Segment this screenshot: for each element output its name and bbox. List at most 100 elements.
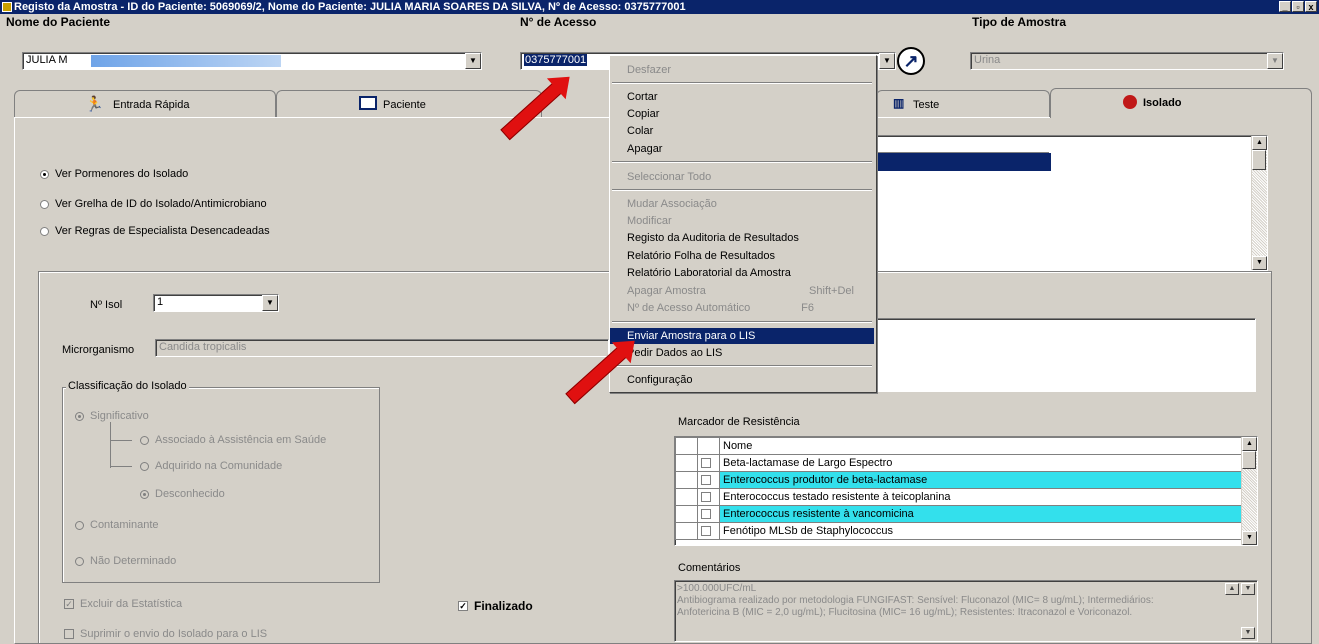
organism-field[interactable]: Candida tropicalis — [155, 339, 609, 357]
resistance-checkbox[interactable] — [701, 458, 711, 469]
test-tubes-icon: ▥ — [893, 96, 905, 110]
undetermined-label: Não Determinado — [90, 555, 177, 568]
unknown-radio[interactable] — [140, 489, 149, 499]
resistance-table[interactable]: Nome Beta-lactamase de Largo Espectro En… — [674, 436, 1258, 546]
menu-delete-sample[interactable]: Apagar Amostra Shift+Del — [610, 283, 874, 299]
comments-textbox[interactable]: >100.000UFC/mL Antibiograma realizado po… — [674, 580, 1258, 642]
scroll-up-button[interactable]: ▲ — [1252, 136, 1267, 150]
tab-quick-entry[interactable]: 🏃 Entrada Rápida — [14, 90, 276, 118]
menu-lab-report[interactable]: Relatório Laboratorial da Amostra — [610, 265, 874, 281]
unknown-option[interactable]: Desconhecido — [140, 488, 225, 500]
menu-delete[interactable]: Apagar — [610, 141, 874, 157]
minimize-button[interactable]: _ — [1279, 1, 1291, 12]
suppress-lis-label: Suprimir o envio do Isolado para o LIS — [80, 628, 268, 641]
significant-label: Significativo — [90, 410, 149, 423]
tab-quick-entry-label: Entrada Rápida — [113, 99, 190, 111]
menu-configuration[interactable]: Configuração — [610, 372, 874, 388]
organism-value: Candida tropicalis — [159, 341, 247, 353]
resistance-row[interactable]: Enterococcus testado resistente à teicop… — [675, 488, 1243, 506]
isolate-list-selected-row[interactable] — [859, 153, 1051, 171]
tab-test[interactable]: ▥ Teste — [876, 90, 1050, 118]
sample-type-combo[interactable]: Urina ▼ — [970, 52, 1284, 70]
patient-name-combo[interactable]: JULIA M ▼ — [22, 52, 482, 70]
menu-change-association[interactable]: Mudar Associação — [610, 196, 874, 212]
menu-delete-sample-shortcut: Shift+Del — [809, 285, 854, 297]
resistance-checkbox[interactable] — [701, 475, 711, 486]
accession-dropdown-button[interactable]: ▼ — [879, 53, 895, 69]
tab-isolate[interactable]: Isolado — [1050, 88, 1312, 118]
resistance-scrollbar[interactable]: ▲ ▼ — [1241, 437, 1257, 545]
view-grid-option[interactable]: Ver Grelha de ID do Isolado/Antimicrobia… — [40, 198, 267, 210]
window-titlebar[interactable]: Registo da Amostra - ID do Paciente: 506… — [0, 0, 1319, 14]
scroll-down-button[interactable]: ▼ — [1242, 531, 1257, 545]
menu-cut[interactable]: Cortar — [610, 89, 874, 105]
scroll-thumb[interactable] — [1242, 451, 1256, 469]
significant-option[interactable]: Significativo — [75, 410, 149, 422]
menu-auto-accession[interactable]: Nº de Acesso Automático F6 — [610, 300, 874, 316]
close-button[interactable]: x — [1305, 1, 1317, 12]
sample-type-dropdown-button[interactable]: ▼ — [1267, 53, 1283, 69]
isolate-list[interactable]: ▲ ▼ — [858, 135, 1268, 271]
healthcare-radio[interactable] — [140, 435, 149, 445]
tab-patient[interactable]: Paciente — [276, 90, 542, 118]
resistance-checkbox[interactable] — [701, 509, 711, 520]
menu-undo[interactable]: Desfazer — [610, 62, 874, 78]
menu-copy[interactable]: Copiar — [610, 106, 874, 122]
menu-select-all[interactable]: Seleccionar Todo — [610, 169, 874, 185]
patient-name-dropdown-button[interactable]: ▼ — [465, 53, 481, 69]
finalized-checkbox[interactable]: ✓ — [458, 600, 468, 611]
menu-audit-log[interactable]: Registo da Auditoria de Resultados — [610, 230, 874, 246]
accession-value[interactable]: 0375777001 — [524, 54, 588, 66]
tab-test-label: Teste — [913, 99, 940, 111]
isolate-num-dropdown-button[interactable]: ▼ — [262, 295, 278, 311]
resistance-header-name: Nome — [719, 437, 1243, 455]
isolate-num-combo[interactable]: 1 ▼ — [153, 294, 279, 312]
resistance-checkbox[interactable] — [701, 492, 711, 503]
community-option[interactable]: Adquirido na Comunidade — [140, 460, 282, 472]
community-radio[interactable] — [140, 461, 149, 471]
notes-textbox[interactable] — [876, 318, 1256, 392]
scroll-down-button[interactable]: ▼ — [1252, 256, 1267, 270]
finalized-option[interactable]: ✓ Finalizado — [458, 598, 533, 613]
comments-scroll-up-button[interactable]: ▼ — [1241, 583, 1255, 595]
tree-line — [110, 422, 112, 468]
scroll-up-button[interactable]: ▲ — [1242, 437, 1257, 451]
isolate-list-scrollbar[interactable]: ▲ ▼ — [1251, 136, 1267, 270]
view-rules-option[interactable]: Ver Regras de Especialista Desencadeadas — [40, 225, 270, 237]
view-details-radio[interactable] — [40, 169, 49, 179]
comments-scroll-left-button[interactable]: ▲ — [1225, 583, 1239, 595]
resistance-row[interactable]: Enterococcus produtor de beta-lactamase — [675, 471, 1243, 489]
view-grid-radio[interactable] — [40, 199, 49, 209]
view-rules-radio[interactable] — [40, 226, 49, 236]
menu-send-to-lis[interactable]: Enviar Amostra para o LIS — [610, 328, 874, 344]
resistance-header-row: Nome — [675, 437, 1243, 455]
resistance-row[interactable]: Beta-lactamase de Largo Espectro — [675, 454, 1243, 472]
comments-line: Anfotericina B (MIC = 2,0 ug/mL); Flucit… — [677, 607, 1133, 618]
contaminant-option[interactable]: Contaminante — [75, 519, 159, 531]
undetermined-radio[interactable] — [75, 556, 84, 566]
resistance-row[interactable]: Fenótipo MLSb de Staphylococcus — [675, 522, 1243, 540]
scroll-thumb[interactable] — [1252, 150, 1266, 170]
isolate-globe-icon — [1123, 95, 1137, 109]
exclude-stats-checkbox[interactable]: ✓ — [64, 599, 74, 610]
menu-auto-accession-shortcut: F6 — [801, 302, 814, 314]
maximize-button[interactable]: ▫ — [1292, 1, 1304, 12]
menu-paste[interactable]: Colar — [610, 123, 874, 139]
significant-radio[interactable] — [75, 411, 84, 421]
healthcare-option[interactable]: Associado à Assistência em Saúde — [140, 434, 326, 446]
undetermined-option[interactable]: Não Determinado — [75, 555, 176, 567]
view-details-option[interactable]: Ver Pormenores do Isolado — [40, 168, 188, 180]
resistance-checkbox[interactable] — [701, 526, 711, 537]
menu-result-sheet[interactable]: Relatório Folha de Resultados — [610, 248, 874, 264]
comments-scroll-down-button[interactable]: ▼ — [1241, 627, 1255, 639]
contaminant-radio[interactable] — [75, 520, 84, 530]
suppress-lis-option[interactable]: Suprimir o envio do Isolado para o LIS — [64, 628, 267, 640]
exclude-stats-option[interactable]: ✓ Excluir da Estatística — [64, 598, 182, 610]
resistance-name: Beta-lactamase de Largo Espectro — [719, 454, 1243, 472]
go-arrow-icon[interactable]: ↗ — [897, 47, 925, 75]
suppress-lis-checkbox[interactable] — [64, 629, 74, 640]
menu-modify[interactable]: Modificar — [610, 213, 874, 229]
menu-request-lis-data[interactable]: Pedir Dados ao LIS — [610, 345, 874, 361]
resistance-row[interactable]: Enterococcus resistente à vancomicina — [675, 505, 1243, 523]
patient-bed-icon — [359, 96, 377, 110]
